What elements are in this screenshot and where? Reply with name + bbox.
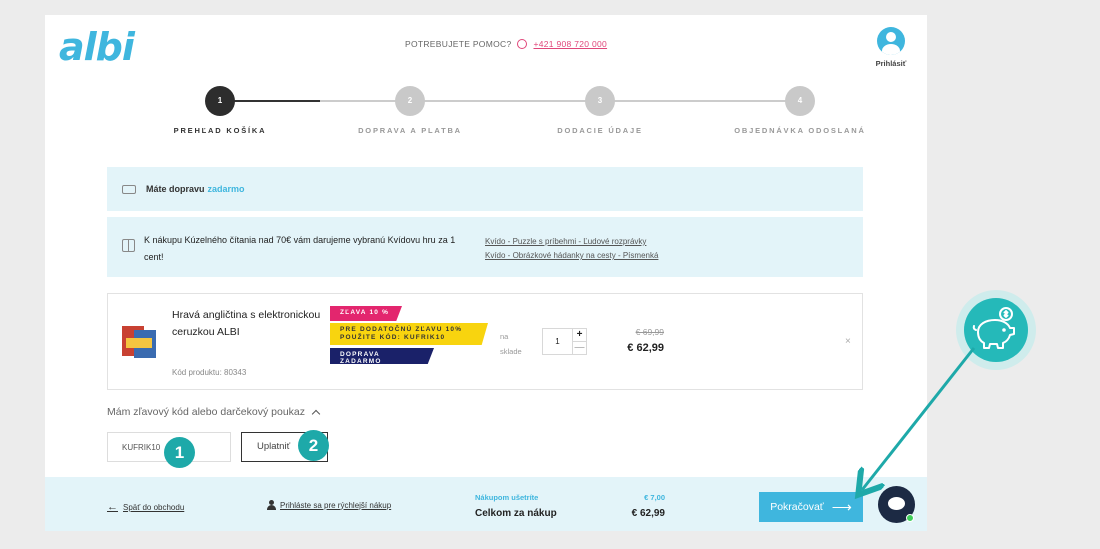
step-cart-overview: 1 PREHĽAD KOŠÍKA — [140, 86, 300, 135]
gift-text: K nákupu Kúzelného čítania nad 70€ vám d… — [144, 235, 456, 262]
albi-logo[interactable]: albi — [59, 25, 135, 69]
user-login[interactable]: Prihlásiť — [871, 27, 911, 68]
extra-discount-line2: POUŽITE KÓD: KUFRIK10 — [340, 334, 446, 341]
login-fast-label[interactable]: Prihláste sa pre rýchlejší nákup — [280, 501, 391, 510]
stock-status-line2: sklade — [500, 347, 522, 356]
step-number: 2 — [395, 86, 425, 116]
item-price: € 62,99 — [627, 342, 664, 354]
gift-link-riddles[interactable]: Kvído - Obrázkové hádanky na cesty - Pís… — [485, 249, 658, 263]
back-to-shop-link[interactable]: ← Späť do obchodu — [107, 501, 184, 513]
annotation-badge-1: 1 — [164, 437, 195, 468]
piggy-bank-icon — [972, 307, 1015, 349]
gift-notice: K nákupu Kúzelného čítania nad 70€ vám d… — [107, 217, 863, 277]
quantity-minus-button[interactable]: — — [573, 342, 586, 354]
step-label: OBJEDNÁVKA ODOSLANÁ — [734, 126, 866, 135]
promo-code-toggle[interactable]: Mám zľavový kód alebo darčekový poukaz — [107, 406, 321, 419]
help-label: POTREBUJETE POMOC? — [405, 39, 512, 49]
savings-value: € 7,00 — [644, 493, 665, 502]
step-number: 1 — [205, 86, 235, 116]
gift-link-puzzle[interactable]: Kvído - Puzzle s príbehmi - Ľudové rozpr… — [485, 235, 658, 249]
stock-status: na sklade — [500, 329, 530, 359]
extra-discount-line1: PRE DODATOČNÚ ZĽAVU 10% — [340, 326, 463, 333]
phone-icon — [517, 39, 528, 49]
phone-link[interactable]: +421 908 720 000 — [533, 39, 607, 49]
help-contact: POTREBUJETE POMOC? +421 908 720 000 — [405, 39, 607, 49]
quantity-plus-button[interactable]: + — [573, 329, 586, 342]
online-status-dot — [906, 514, 914, 522]
person-icon[interactable] — [267, 500, 276, 510]
cart-item: Hravá angličtina s elektronickou ceruzko… — [107, 293, 863, 390]
quantity-value[interactable]: 1 — [543, 329, 573, 354]
remove-item-icon[interactable]: × — [845, 336, 851, 347]
promo-toggle-label[interactable]: Mám zľavový kód alebo darčekový poukaz — [107, 406, 305, 418]
total-value: € 62,99 — [631, 508, 665, 519]
product-code: Kód produktu: 80343 — [172, 368, 247, 377]
piggy-bank-badge — [956, 290, 1036, 370]
back-to-shop-label[interactable]: Späť do obchodu — [123, 503, 184, 512]
quantity-stepper: 1 + — — [542, 328, 587, 355]
chat-button[interactable] — [878, 486, 915, 523]
discount-badge: ZĽAVA 10 % — [330, 306, 402, 321]
chevron-up-icon[interactable] — [311, 409, 321, 419]
continue-button[interactable]: Pokračovať ⟶ — [759, 492, 863, 522]
step-label: PREHĽAD KOŠÍKA — [173, 126, 267, 135]
stock-status-line1: na — [500, 332, 509, 341]
shipping-free-text: zadarmo — [207, 184, 245, 194]
checkout-footer: ← Späť do obchodu Prihláste sa pre rýchl… — [45, 477, 927, 531]
shipping-text: Máte dopravu — [146, 184, 205, 194]
checkout-steps: 1 PREHĽAD KOŠÍKA 2 DOPRAVA A PLATBA 3 DO… — [140, 86, 864, 136]
user-avatar-icon[interactable] — [877, 27, 905, 55]
step-delivery-details: 3 DODACIE ÚDAJE — [520, 86, 680, 135]
continue-label[interactable]: Pokračovať — [770, 501, 824, 513]
step-number: 3 — [585, 86, 615, 116]
login-label[interactable]: Prihlásiť — [871, 59, 911, 68]
free-shipping-notice: Máte dopravu zadarmo — [107, 167, 863, 211]
total-label: Celkom za nákup — [475, 508, 557, 519]
login-fast-link[interactable]: Prihláste sa pre rýchlejší nákup — [267, 500, 391, 510]
extra-discount-badge: PRE DODATOČNÚ ZĽAVU 10% POUŽITE KÓD: KUF… — [330, 323, 488, 345]
gift-links: Kvído - Puzzle s príbehmi - Ľudové rozpr… — [485, 235, 658, 263]
product-thumbnail[interactable] — [122, 324, 158, 358]
step-shipping-payment: 2 DOPRAVA A PLATBA — [330, 86, 490, 135]
step-label: DOPRAVA A PLATBA — [358, 126, 462, 135]
free-shipping-badge: DOPRAVA ZADARMO — [330, 348, 434, 364]
original-price: € 69,99 — [635, 327, 664, 337]
savings-label: Nákupom ušetríte — [475, 493, 539, 502]
arrow-left-icon[interactable]: ← — [107, 501, 118, 513]
step-number: 4 — [785, 86, 815, 116]
arrow-right-icon[interactable]: ⟶ — [832, 499, 852, 516]
step-label: DODACIE ÚDAJE — [557, 126, 643, 135]
chat-bubble-icon[interactable] — [888, 497, 905, 510]
truck-icon — [122, 184, 136, 194]
gift-icon — [122, 239, 135, 252]
annotation-badge-2: 2 — [298, 430, 329, 461]
step-order-sent: 4 OBJEDNÁVKA ODOSLANÁ — [710, 86, 890, 135]
product-name[interactable]: Hravá angličtina s elektronickou ceruzko… — [172, 307, 322, 341]
